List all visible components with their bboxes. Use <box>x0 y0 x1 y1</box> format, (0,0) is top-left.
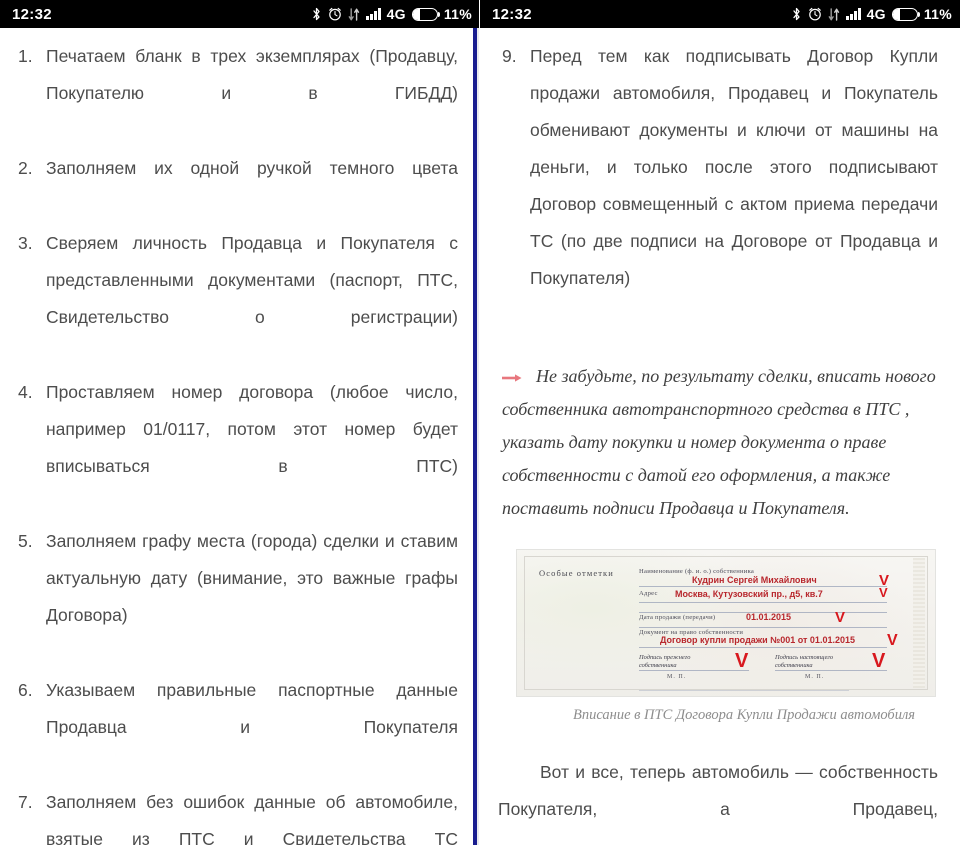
list-item: Заполняем без ошибок данные об автомобил… <box>14 784 458 845</box>
list-item-text: Заполняем их одной ручкой темного цвета <box>46 158 458 178</box>
status-icons-group: 4G 11% <box>791 6 952 22</box>
list-item: Указываем правильные паспортные данные П… <box>14 672 458 783</box>
document-edge-pattern <box>913 558 925 688</box>
instruction-list-right: Перед тем как подписывать Договор Купли … <box>498 38 938 334</box>
check-mark-icon: V <box>835 609 846 626</box>
pts-document-image: Особые отметки Наименование (ф. и. о.) с… <box>516 549 936 697</box>
app-screen: 12:32 4G 11% Печатаем бланк в трех экзем… <box>0 0 960 845</box>
doc-prev-owner-sign-label: Подпись прежнего собственника <box>639 654 691 669</box>
bluetooth-icon <box>311 7 322 22</box>
pts-document-figure: Особые отметки Наименование (ф. и. о.) с… <box>516 549 938 724</box>
right-page-panel: 12:32 4G 11% Перед тем как подписывать Д… <box>480 0 960 845</box>
network-type-label: 4G <box>866 6 886 22</box>
list-item-text: Проставляем номер договора (любое число,… <box>46 382 458 476</box>
bluetooth-icon <box>791 7 802 22</box>
list-item-text: Заполняем без ошибок данные об автомобил… <box>46 792 458 845</box>
doc-address-value: Москва, Кутузовский пр., д5, кв.7 <box>675 589 823 599</box>
data-transfer-icon <box>348 7 360 21</box>
network-type-label: 4G <box>386 6 406 22</box>
list-item-text: Указываем правильные паспортные данные П… <box>46 680 458 737</box>
doc-owner-name-label: Наименование (ф. и. о.) собственника <box>639 568 755 575</box>
note-callout: Не забудьте, по результату сделки, вписа… <box>498 360 938 525</box>
list-item: Печатаем бланк в трех экземплярах (Прода… <box>14 38 458 149</box>
battery-icon <box>891 7 921 21</box>
battery-percent-label: 11% <box>923 6 952 22</box>
battery-icon <box>411 7 441 21</box>
doc-current-owner-sign-label: Подпись настоящего собственника <box>775 654 834 669</box>
doc-special-marks-label: Особые отметки <box>539 568 614 578</box>
list-item: Проставляем номер договора (любое число,… <box>14 374 458 522</box>
alarm-icon <box>808 7 822 21</box>
list-item-text: Заполняем графу места (города) сделки и … <box>46 531 458 625</box>
doc-ownership-value: Договор купли продажи №001 от 01.01.2015 <box>660 635 855 645</box>
check-mark-icon: V <box>879 585 888 600</box>
data-transfer-icon <box>828 7 840 21</box>
doc-sale-date-value: 01.01.2015 <box>746 612 792 622</box>
doc-stamp-right-label: М. П. <box>805 674 825 680</box>
signal-icon <box>846 8 861 20</box>
doc-stamp-left-label: М. П. <box>667 674 687 680</box>
figure-caption: Вписание в ПТС Договора Купли Продажи ав… <box>572 707 916 723</box>
status-time: 12:32 <box>12 5 52 23</box>
list-item: Перед тем как подписывать Договор Купли … <box>498 38 938 334</box>
check-mark-icon: V <box>735 650 749 672</box>
list-item-text: Перед тем как подписывать Договор Купли … <box>530 46 938 288</box>
list-item-text: Сверяем личность Продавца и Покупателя с… <box>46 233 458 327</box>
check-mark-icon: V <box>887 632 898 649</box>
instruction-list-left: Печатаем бланк в трех экземплярах (Прода… <box>14 38 458 845</box>
status-bar-left: 12:32 4G 11% <box>0 0 480 28</box>
list-item: Заполняем графу места (города) сделки и … <box>14 523 458 671</box>
list-item: Сверяем личность Продавца и Покупателя с… <box>14 225 458 373</box>
status-icons-group: 4G 11% <box>311 6 472 22</box>
left-page-panel: 12:32 4G 11% Печатаем бланк в трех экзем… <box>0 0 480 845</box>
battery-percent-label: 11% <box>443 6 472 22</box>
signal-icon <box>366 8 381 20</box>
status-time: 12:32 <box>492 5 532 23</box>
closing-paragraph: Вот и все, теперь автомобиль — собственн… <box>498 762 938 819</box>
left-article-content: Печатаем бланк в трех экземплярах (Прода… <box>0 28 480 845</box>
scrollbar-thumb[interactable] <box>473 28 477 845</box>
doc-address-label: Адрес <box>639 590 658 597</box>
right-arrow-icon <box>502 373 524 383</box>
doc-owner-name-value: Кудрин Сергей Михайлович <box>692 575 817 585</box>
status-bar-right: 12:32 4G 11% <box>480 0 960 28</box>
check-mark-icon: V <box>872 650 886 672</box>
doc-sale-date-label: Дата продажи (передачи) <box>639 614 716 621</box>
note-callout-text: Не забудьте, по результату сделки, вписа… <box>502 366 936 518</box>
alarm-icon <box>328 7 342 21</box>
list-item-text: Печатаем бланк в трех экземплярах (Прода… <box>46 46 458 103</box>
list-item: Заполняем их одной ручкой темного цвета <box>14 150 458 224</box>
right-article-content: Перед тем как подписывать Договор Купли … <box>480 28 960 845</box>
